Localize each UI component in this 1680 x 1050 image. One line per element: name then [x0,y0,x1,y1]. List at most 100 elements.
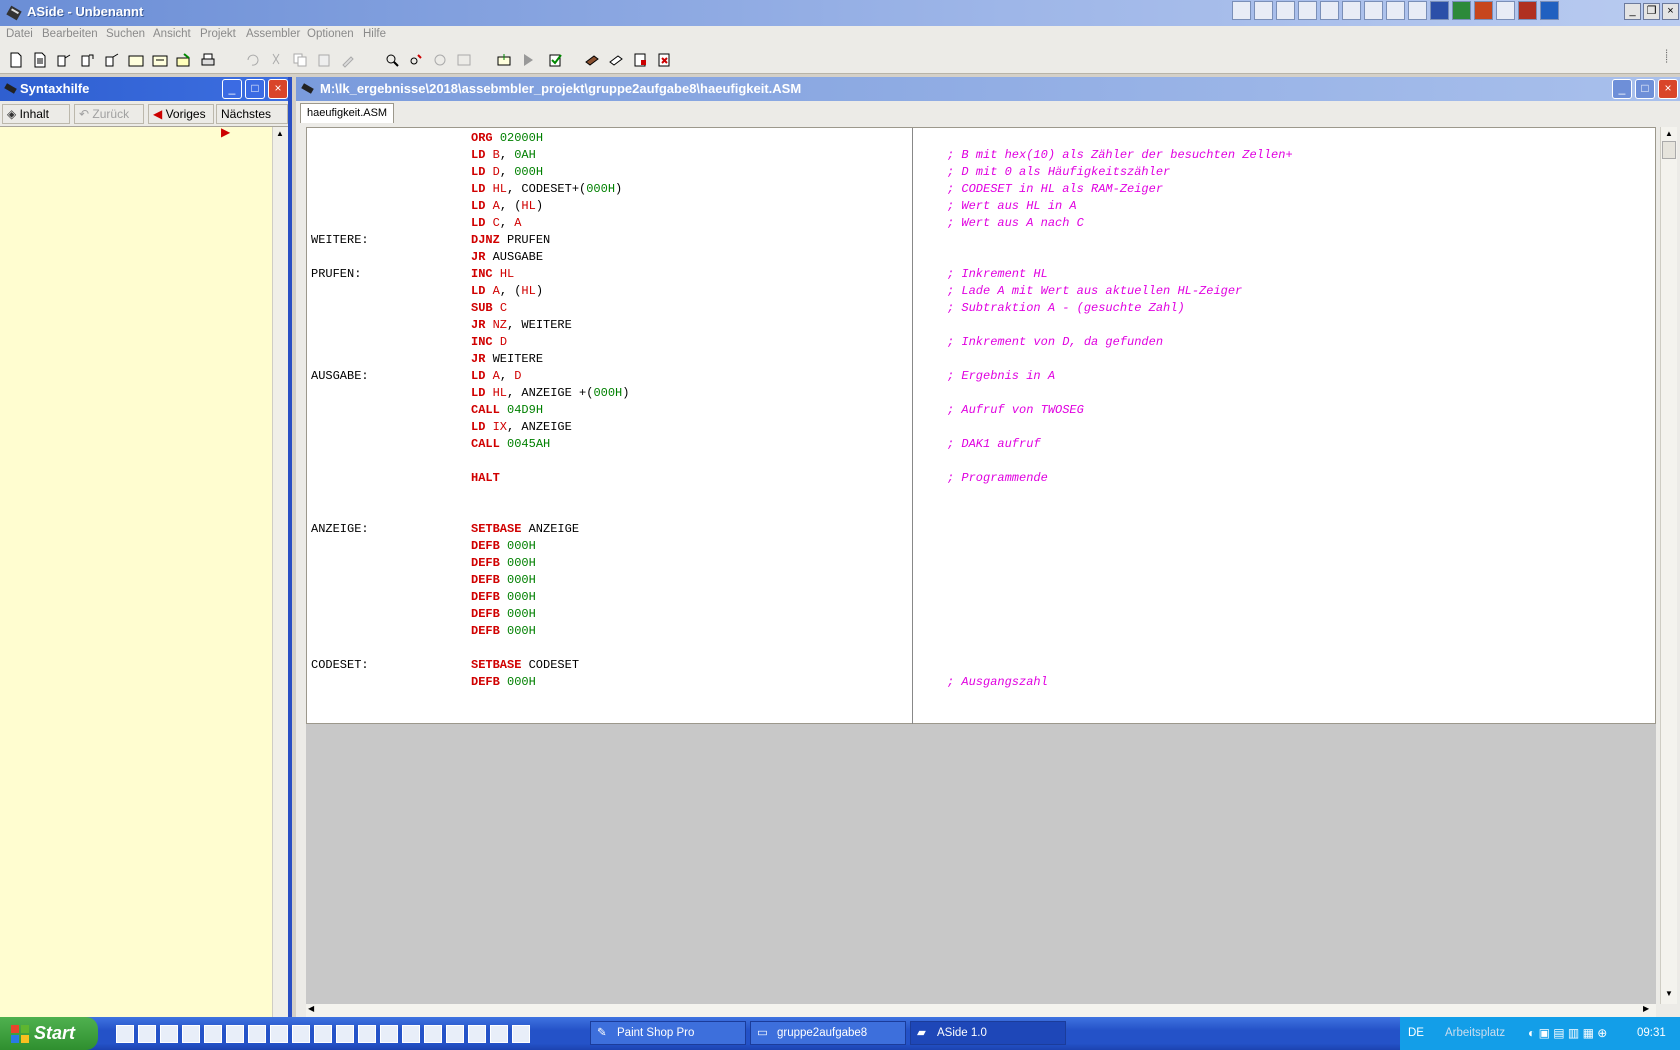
book-icon[interactable] [584,52,600,68]
save-all-icon[interactable] [80,52,96,68]
quick-launch-icon[interactable] [490,1025,508,1043]
office-app-icon[interactable] [1496,1,1515,20]
editor-vertical-scrollbar[interactable]: ▲ ▼ [1660,127,1677,1004]
quick-launch-icon[interactable] [358,1025,376,1043]
previous-button[interactable]: ◀ Voriges [148,104,214,124]
quick-launch-icon[interactable] [446,1025,464,1043]
browser-icon[interactable] [160,1025,178,1043]
undo-icon[interactable] [244,52,260,68]
close-file-icon[interactable] [104,52,120,68]
office-app-icon[interactable] [1364,1,1383,20]
editor-maximize-button[interactable]: □ [1635,79,1655,99]
menu-hilfe[interactable]: Hilfe [363,28,386,40]
editor-close-button[interactable]: × [1658,79,1678,99]
goto-icon[interactable] [456,52,472,68]
quick-launch-icon[interactable] [270,1025,288,1043]
copy-icon[interactable] [292,52,308,68]
code-editor[interactable]: ORG 02000H LD B, 0AH ; B mit hex(10) als Z… [306,127,1656,725]
office-app-icon[interactable] [1518,1,1537,20]
menu-projekt[interactable]: Projekt [200,28,236,40]
export-icon[interactable] [176,52,192,68]
office-app-icon[interactable] [1232,1,1251,20]
project-save-icon[interactable] [152,52,168,68]
menu-bearbeiten[interactable]: Bearbeiten [42,28,98,40]
code-instruction: LD HL, CODESET+(000H) [471,182,623,196]
panel-scrollbar[interactable]: ▲ [272,127,288,1017]
office-app-icon[interactable] [1342,1,1361,20]
powerpoint-icon[interactable] [1474,1,1493,20]
tab-haeufigkeit[interactable]: haeufigkeit.ASM [300,103,395,123]
office-app-icon[interactable] [1408,1,1427,20]
excel-icon[interactable] [1452,1,1471,20]
word-icon[interactable] [1430,1,1449,20]
new-file-icon[interactable] [8,52,24,68]
close-button[interactable]: × [1662,3,1679,20]
menu-suchen[interactable]: Suchen [106,28,145,40]
code-instruction: ORG 02000H [471,131,544,145]
scroll-up-icon[interactable]: ▲ [1665,129,1673,138]
office-app-icon[interactable] [1540,1,1559,20]
project-icon[interactable] [128,52,144,68]
contents-button[interactable]: ◈ Inhalt [2,104,70,124]
panel-close-button[interactable]: × [268,79,288,99]
workspace-label[interactable]: Arbeitsplatz [1445,1027,1505,1039]
office-app-icon[interactable] [1320,1,1339,20]
print-icon[interactable] [200,52,216,68]
quick-launch-icon[interactable] [116,1025,134,1043]
menu-ansicht[interactable]: Ansicht [153,28,191,40]
exit-icon[interactable] [656,52,672,68]
quick-launch-icon[interactable] [512,1025,530,1043]
find-next-icon[interactable] [432,52,448,68]
restore-button[interactable]: ❐ [1643,3,1660,20]
panel-minimize-button[interactable]: _ [222,79,242,99]
quick-launch-icon[interactable] [314,1025,332,1043]
scroll-thumb[interactable] [1662,141,1676,159]
quick-launch-icon[interactable] [336,1025,354,1043]
find-icon[interactable] [384,52,400,68]
language-indicator[interactable]: DE [1408,1027,1424,1039]
office-app-icon[interactable] [1254,1,1273,20]
check-icon[interactable] [548,52,564,68]
back-button[interactable]: ↶ Zurück [74,104,144,124]
task-paint-shop-pro[interactable]: ✎ Paint Shop Pro [590,1021,746,1045]
menu-assembler[interactable]: Assembler [246,28,300,40]
quick-launch-icon[interactable] [204,1025,222,1043]
paste-icon[interactable] [316,52,332,68]
mail-icon[interactable] [1298,1,1317,20]
quick-launch-icon[interactable] [424,1025,442,1043]
scroll-right-icon[interactable]: ▶ [1643,1004,1649,1013]
office-app-icon[interactable] [1386,1,1405,20]
start-button[interactable]: Start [0,1017,98,1050]
scroll-down-icon[interactable]: ▼ [1665,989,1673,998]
editor-minimize-button[interactable]: _ [1612,79,1632,99]
replace-icon[interactable] [408,52,424,68]
quick-launch-icon[interactable] [138,1025,156,1043]
edit-icon[interactable] [340,52,356,68]
task-gruppe2aufgabe8[interactable]: ▭ gruppe2aufgabe8 [750,1021,906,1045]
quick-launch-icon[interactable] [226,1025,244,1043]
task-aside[interactable]: ▰ ASide 1.0 [910,1021,1066,1045]
scroll-left-icon[interactable]: ◀ [308,1004,314,1013]
code-label: ANZEIGE: [311,522,369,536]
quick-launch-icon[interactable] [248,1025,266,1043]
menu-datei[interactable]: Datei [6,28,33,40]
quick-launch-icon[interactable] [468,1025,486,1043]
panel-maximize-button[interactable]: □ [245,79,265,99]
run-icon[interactable] [520,52,536,68]
document-icon[interactable] [632,52,648,68]
menu-optionen[interactable]: Optionen [307,28,354,40]
editor-horizontal-scrollbar[interactable]: ◀ ▶ [306,1004,1656,1017]
minimize-button[interactable]: _ [1624,3,1641,20]
quick-launch-icon[interactable] [402,1025,420,1043]
open-file-icon[interactable] [32,52,48,68]
save-icon[interactable] [56,52,72,68]
help-book-icon[interactable] [608,52,624,68]
cut-icon[interactable] [268,52,284,68]
assemble-icon[interactable] [496,52,512,68]
quick-launch-icon[interactable] [380,1025,398,1043]
office-app-icon[interactable] [1276,1,1295,20]
scroll-up-icon[interactable]: ▲ [276,129,284,138]
quick-launch-icon[interactable] [182,1025,200,1043]
quick-launch-icon[interactable] [292,1025,310,1043]
next-button[interactable]: Nächstes ▶ [216,104,288,139]
